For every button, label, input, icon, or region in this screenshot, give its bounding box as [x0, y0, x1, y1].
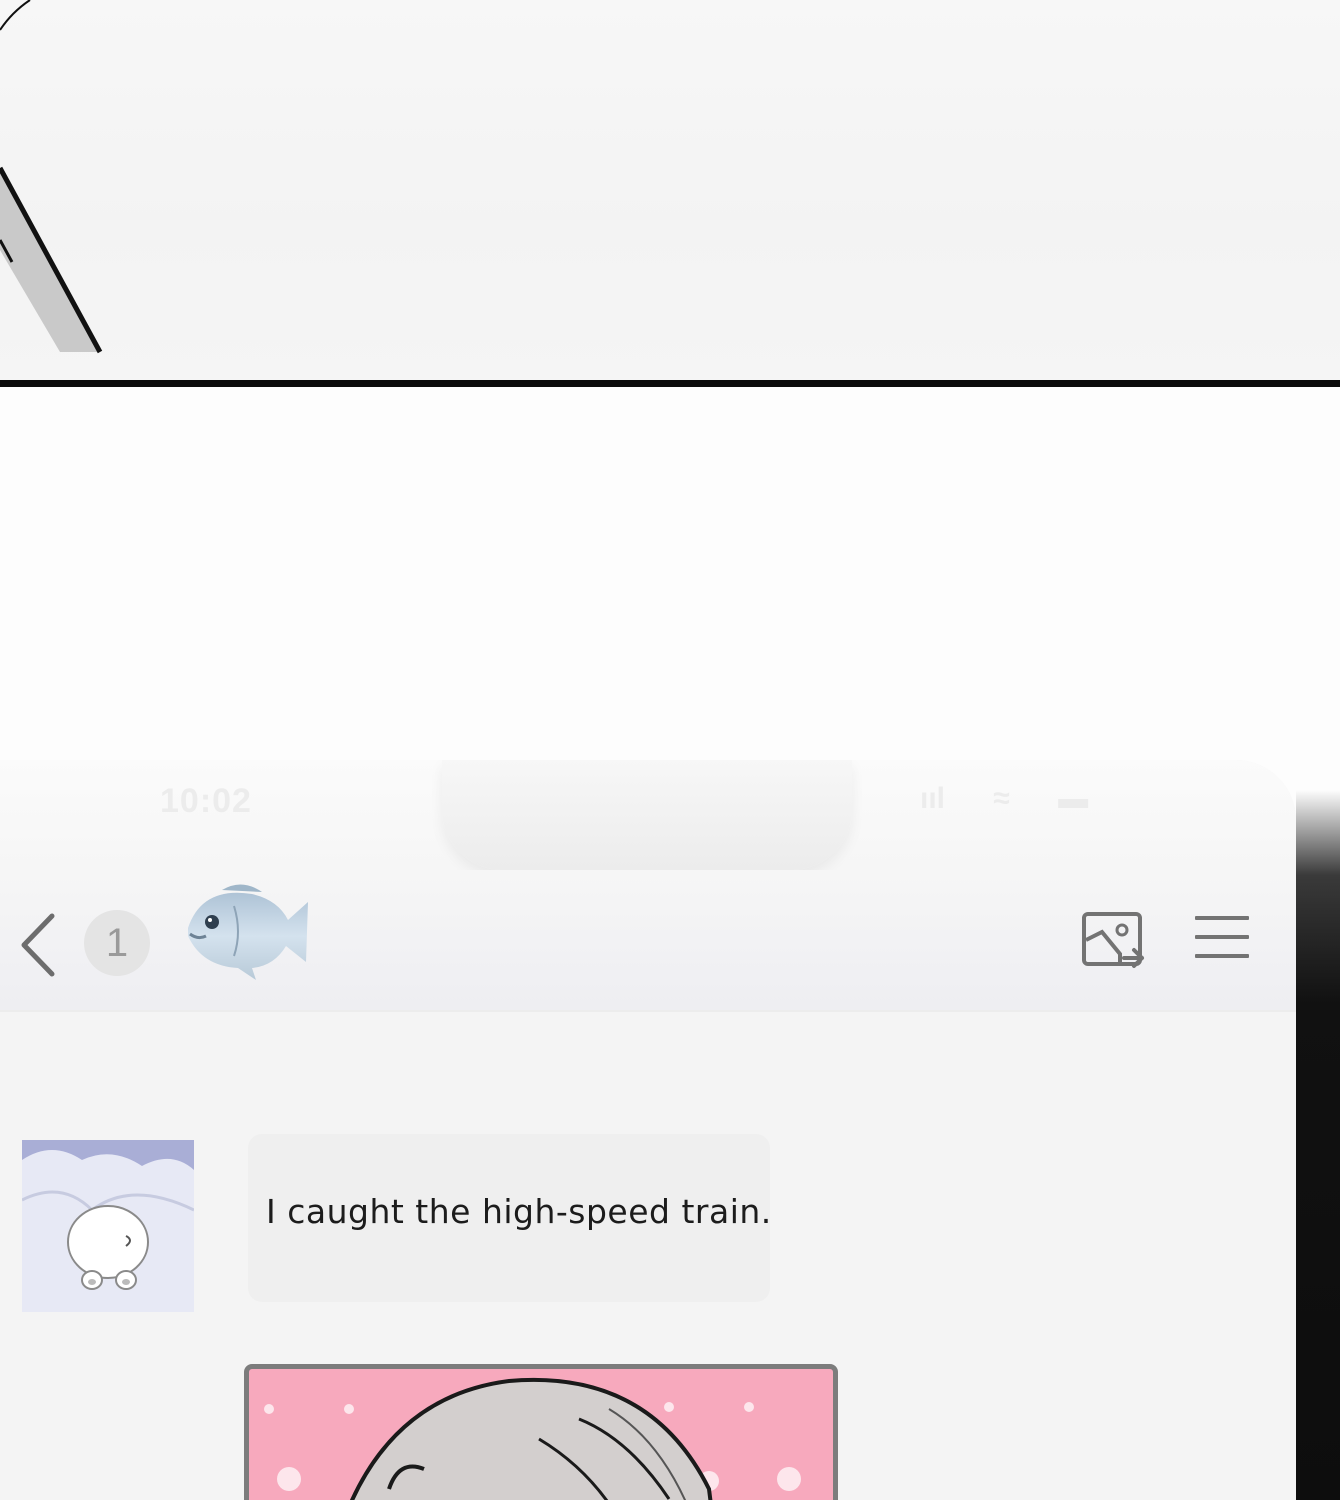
- photo-message[interactable]: [244, 1364, 838, 1500]
- status-icons: ııl ≈ ▬: [920, 782, 1128, 816]
- hamburger-menu-icon-bar: [1195, 935, 1249, 939]
- unread-count-badge: 1: [84, 910, 150, 976]
- dynamic-island: [442, 760, 852, 870]
- status-time: 10:02: [160, 782, 252, 820]
- menu-button[interactable]: [1195, 916, 1249, 966]
- message-bubble[interactable]: I caught the high-speed train.: [248, 1134, 772, 1302]
- contact-avatar[interactable]: [182, 876, 316, 986]
- chevron-left-icon: [21, 913, 55, 977]
- panel-divider: [0, 380, 1340, 387]
- top-comic-panel: [0, 0, 1340, 380]
- status-bar: 10:02 ııl ≈ ▬: [0, 760, 1296, 870]
- fish-icon: [188, 884, 308, 980]
- panel-line-art: [0, 0, 103, 354]
- message-list: I caught the high-speed train.: [0, 1012, 1296, 1500]
- battery-icon: ▬: [1058, 782, 1089, 815]
- phone-edge-shadow: [1296, 790, 1340, 1500]
- polar-bear-avatar-icon: [22, 1140, 194, 1312]
- signal-icon: ııl: [920, 782, 946, 815]
- share-image-button[interactable]: [1080, 910, 1150, 976]
- comic-page: 10:02 ııl ≈ ▬ 1 I caught the high-speed …: [0, 0, 1340, 1500]
- hamburger-menu-icon-bar: [1195, 954, 1249, 958]
- message-text: I caught the high-speed train.: [266, 1192, 772, 1231]
- wifi-icon: ≈: [993, 782, 1010, 815]
- phone-screen: 10:02 ııl ≈ ▬ 1 I caught the high-speed …: [0, 760, 1296, 1500]
- chat-header: 1: [0, 870, 1296, 1012]
- character-photo-image: [264, 1378, 801, 1500]
- sender-avatar[interactable]: [22, 1140, 194, 1312]
- hamburger-menu-icon-bar: [1195, 916, 1249, 920]
- back-button[interactable]: [18, 910, 66, 980]
- image-share-icon: [1082, 912, 1144, 968]
